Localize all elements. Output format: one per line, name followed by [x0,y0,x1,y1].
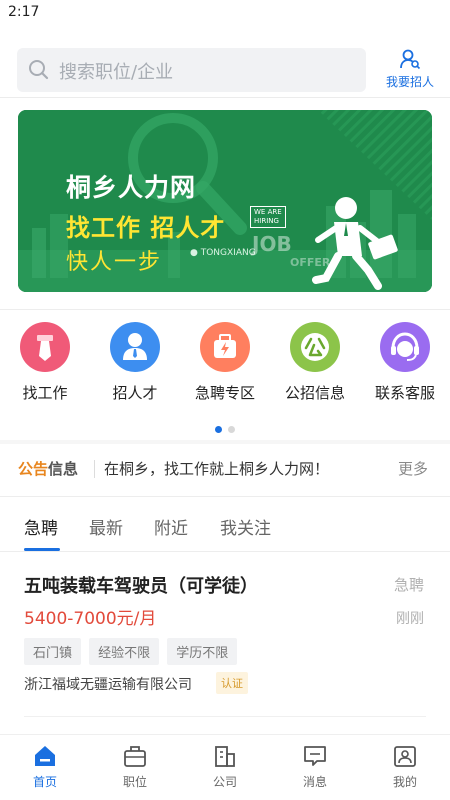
tabbar-label: 我的 [392,775,417,789]
person-icon [110,322,160,372]
recruiter-icon [376,48,444,70]
announcement-more-link[interactable]: 更多 [398,458,428,479]
promo-banner[interactable]: 桐乡人力网 找工作 招人才 快人一步 ● TONGXIANG WE ARE HI… [18,110,432,292]
tab-nearby[interactable]: 附近 [154,514,188,539]
announcement-message: 在桐乡，找工作就上桐乡人力网！ [104,460,330,478]
quick-item-public[interactable]: 公招信息 [270,322,360,403]
quick-menu: 找工作 招人才 急聘专区 公招信息 联系客服 [0,322,450,412]
urgent-badge: 急聘 [394,576,425,594]
announcement-bar[interactable]: 公告信息 在桐乡，找工作就上桐乡人力网！ 更多 [0,444,450,494]
job-title: 五吨装载车驾驶员（可学徒） [24,576,258,597]
tab-latest[interactable]: 最新 [89,514,123,539]
header-divider [0,97,450,98]
banner-slogan: 找工作 招人才 [66,214,226,242]
status-time: 2:17 [8,4,40,20]
tabbar-jobs[interactable]: 职位 [90,743,180,790]
tabbar-home[interactable]: 首页 [0,743,90,790]
message-icon [270,743,360,769]
quick-item-label: 找工作 [22,384,68,402]
banner-job-text: JOB [252,232,292,256]
hire-button[interactable]: 我要招人 [376,46,444,94]
tabbar-company[interactable]: 公司 [180,743,270,790]
search-icon [27,58,51,82]
menu-pager [0,418,450,437]
card-divider [24,716,426,717]
pager-dot-active[interactable] [215,426,222,433]
job-tag-location: 石门镇 [24,638,82,665]
quick-item-label: 公招信息 [284,384,345,402]
status-bar: 2:17 [0,0,450,26]
banner-location: ● TONGXIANG [190,248,256,258]
header: 搜索职位/企业 我要招人 [0,40,450,98]
job-salary: 5400-7000元/月 [24,609,157,629]
building-icon [180,743,270,769]
banner-offer-text: OFFER [290,256,331,269]
tabbar-label: 职位 [122,775,147,789]
quick-item-service[interactable]: 联系客服 [360,322,450,403]
quick-item-urgent[interactable]: 急聘专区 [180,322,270,403]
tabbar-label: 公司 [212,775,237,789]
company-name: 浙江福域无疆运输有限公司 [24,677,192,693]
tabs-divider [0,551,450,552]
profile-icon [360,743,450,769]
quick-item-label: 招人才 [112,384,158,402]
job-tags: 石门镇 经验不限 学历不限 [24,638,240,665]
urgent-bag-icon [200,322,250,372]
job-tabs: 急聘 最新 附近 我关注 [0,506,450,552]
job-card[interactable]: 五吨装载车驾驶员（可学徒） 急聘 5400-7000元/月 刚刚 石门镇 经验不… [0,560,450,720]
job-post-time: 刚刚 [396,611,424,627]
banner-location-text: TONGXIANG [200,248,256,258]
banner-hiring-sign: WE ARE HIRING [250,206,286,228]
tab-following[interactable]: 我关注 [220,514,271,539]
tabbar-label: 消息 [302,775,327,789]
public-icon [290,322,340,372]
announcement-tag-part1: 公告 [18,460,49,478]
section-divider [0,496,450,497]
quick-item-label: 联系客服 [374,384,435,402]
verified-badge: 认证 [216,672,248,694]
tabbar-label: 首页 [32,775,57,789]
job-tag-education: 学历不限 [167,638,238,665]
quick-item-label: 急聘专区 [194,384,255,402]
service-icon [380,322,430,372]
banner-tagline: 快人一步 [66,250,163,275]
banner-title: 桐乡人力网 [66,173,197,202]
home-icon [0,743,90,769]
section-divider [0,309,450,310]
announcement-tag-part2: 信息 [48,460,79,478]
briefcase-icon [90,743,180,769]
quick-item-recruit[interactable]: 招人才 [90,322,180,403]
pager-dot[interactable] [228,426,235,433]
bottom-tab-bar: 首页 职位 公司 消息 我的 [0,734,450,800]
search-input[interactable]: 搜索职位/企业 [17,48,366,92]
job-tag-experience: 经验不限 [89,638,160,665]
search-placeholder: 搜索职位/企业 [59,62,174,83]
announcement-tag: 公告信息 [18,458,78,479]
tabbar-profile[interactable]: 我的 [360,743,450,790]
tab-urgent[interactable]: 急聘 [24,514,58,539]
tie-icon [20,322,70,372]
quick-item-find-job[interactable]: 找工作 [0,322,90,403]
announcement-separator [94,460,95,478]
hire-label: 我要招人 [385,75,434,89]
tabbar-messages[interactable]: 消息 [270,743,360,790]
